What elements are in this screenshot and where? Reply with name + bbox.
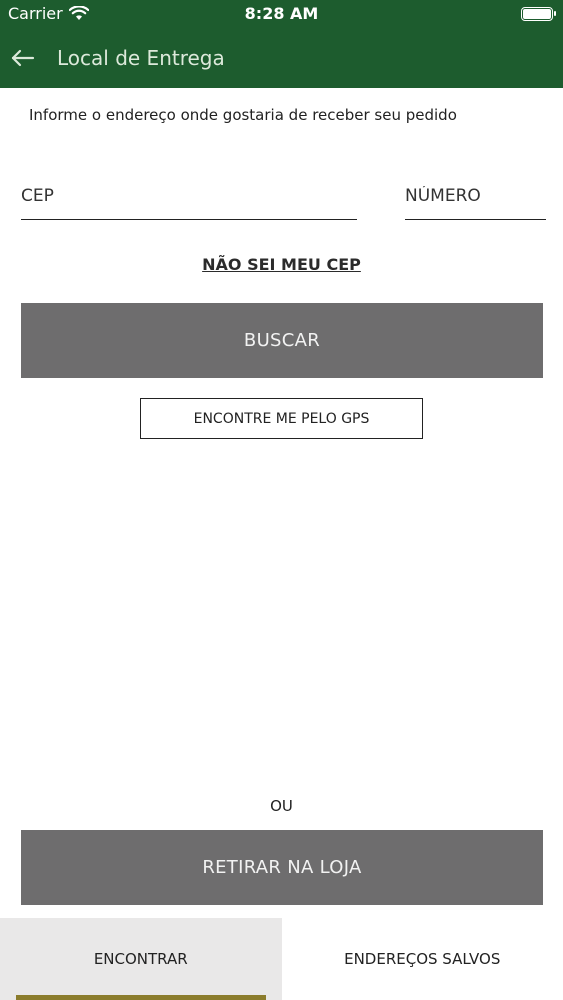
tab-enderecos-salvos-label: ENDEREÇOS SALVOS (344, 950, 501, 968)
arrow-left-icon[interactable] (10, 46, 36, 70)
status-time: 8:28 AM (244, 4, 319, 23)
bottom-tabs: ENCONTRAR ENDEREÇOS SALVOS (0, 918, 563, 1000)
numero-field-container (405, 186, 546, 220)
nao-sei-cep-row: NÃO SEI MEU CEP (0, 255, 563, 274)
battery-level (523, 9, 551, 19)
page-title: Local de Entrega (57, 46, 225, 70)
buscar-button[interactable]: BUSCAR (21, 303, 543, 378)
active-tab-indicator (16, 995, 266, 1000)
gps-button[interactable]: ENCONTRE ME PELO GPS (140, 398, 423, 439)
gps-button-label: ENCONTRE ME PELO GPS (193, 410, 370, 427)
buscar-button-label: BUSCAR (243, 330, 321, 351)
intro-text: Informe o endereço onde gostaria de rece… (29, 106, 457, 124)
cep-field-container (21, 186, 357, 220)
or-separator: OU (270, 797, 293, 815)
tab-enderecos-salvos[interactable]: ENDEREÇOS SALVOS (282, 918, 563, 1000)
retirar-na-loja-button[interactable]: RETIRAR NA LOJA (21, 830, 543, 905)
status-bar: Carrier 8:28 AM (0, 0, 563, 28)
app-header: Local de Entrega (0, 28, 563, 88)
battery-icon (521, 7, 556, 21)
numero-input[interactable] (405, 186, 546, 206)
tab-encontrar[interactable]: ENCONTRAR (0, 918, 282, 1000)
retirar-button-label: RETIRAR NA LOJA (202, 857, 362, 878)
tab-encontrar-label: ENCONTRAR (93, 950, 188, 968)
cep-input[interactable] (21, 186, 357, 206)
nao-sei-cep-link[interactable]: NÃO SEI MEU CEP (202, 255, 361, 274)
